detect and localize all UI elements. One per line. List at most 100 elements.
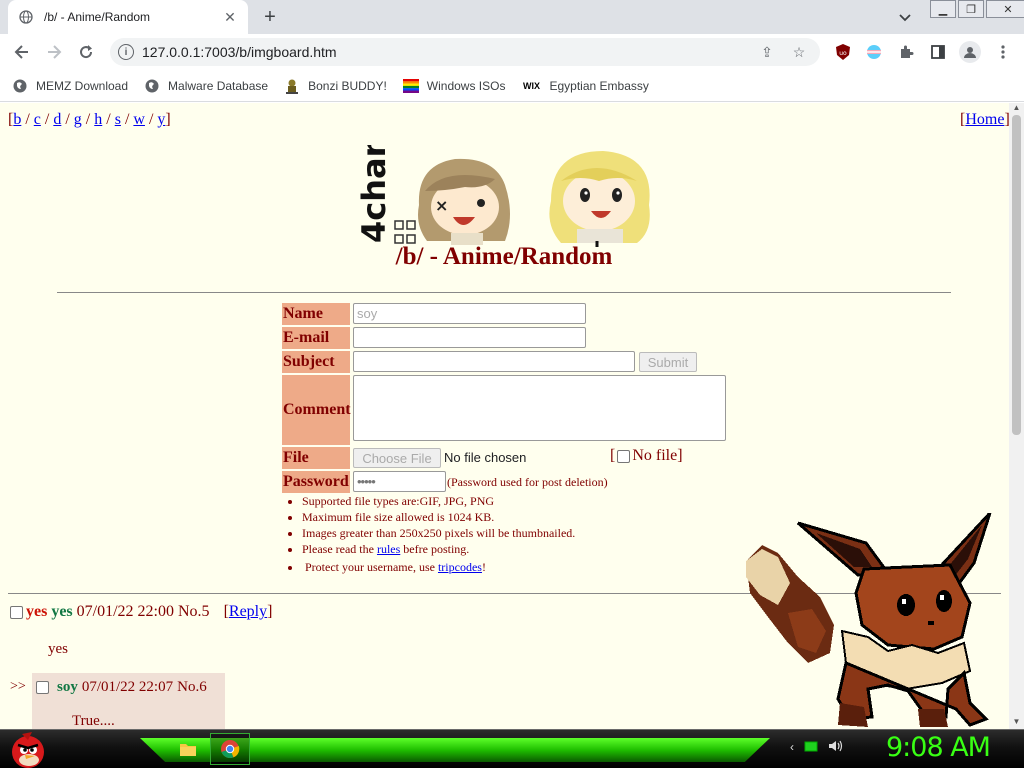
comment-textarea[interactable] [353, 375, 726, 441]
board-link-h[interactable]: h [94, 111, 102, 128]
thread-post: yes yes 07/01/22 22:00 No.5 [Reply] [10, 603, 272, 621]
password-input[interactable]: ••••• [353, 471, 446, 492]
board-link-d[interactable]: d [53, 111, 61, 128]
chrome-taskbar-button[interactable] [210, 733, 250, 765]
reply-number[interactable]: No.6 [177, 679, 207, 696]
file-explorer-button[interactable] [168, 733, 208, 765]
page-scrollbar[interactable]: ▲ ▼ [1009, 103, 1024, 729]
sidepanel-icon[interactable] [929, 43, 947, 61]
extension-icon[interactable] [865, 43, 883, 61]
new-tab-button[interactable]: + [258, 5, 282, 29]
wix-icon: WIX [522, 80, 540, 91]
board-banner: 4chan × [355, 145, 650, 247]
post-name: yes [51, 603, 73, 620]
start-button[interactable] [8, 730, 48, 769]
clock[interactable]: 9:08 AM [886, 732, 991, 763]
folder-icon [180, 744, 196, 756]
rules-suffix: befre posting. [400, 542, 470, 556]
rainbow-flag-icon [402, 78, 419, 94]
post-number[interactable]: No.5 [178, 603, 210, 621]
close-window-button[interactable]: ✕ [986, 0, 1024, 18]
star-icon[interactable]: ☆ [788, 44, 810, 61]
menu-icon[interactable] [994, 43, 1012, 61]
forward-icon[interactable] [42, 40, 66, 64]
board-link-g[interactable]: g [74, 111, 82, 128]
subject-input[interactable] [353, 351, 635, 372]
browser-tab[interactable]: /b/ - Anime/Random ✕ [8, 0, 248, 34]
back-icon[interactable] [10, 40, 34, 64]
rule-item: Maximum file size allowed is 1024 KB. [302, 509, 575, 525]
reply-checkbox[interactable] [36, 681, 49, 694]
reload-icon[interactable] [74, 40, 98, 64]
volume-icon[interactable] [828, 740, 844, 755]
eevee-mascot [746, 513, 992, 727]
rule-item: Supported file types are:GIF, JPG, PNG [302, 493, 575, 509]
chevron-left-icon[interactable]: ‹ [790, 740, 794, 755]
no-file-checkbox[interactable] [617, 449, 631, 463]
bracket-open: [ [610, 447, 616, 464]
board-link-w[interactable]: w [133, 111, 145, 128]
name-input[interactable]: soy [353, 303, 586, 324]
board-link-y[interactable]: y [157, 111, 165, 128]
tripcodes-link[interactable]: tripcodes [438, 560, 482, 574]
board-link-c[interactable]: c [34, 111, 41, 128]
address-bar[interactable]: i 127.0.0.1:7003/b/imgboard.htm ⇪ ☆ [110, 38, 820, 66]
globe-icon [144, 78, 160, 94]
protect-suffix: ! [481, 560, 486, 574]
board-link-s[interactable]: s [115, 111, 121, 128]
share-icon[interactable]: ⇪ [756, 44, 778, 61]
post-checkbox[interactable] [10, 605, 23, 619]
protect-prefix: Protect your username, use [305, 560, 438, 574]
bookmark-egyptian-embassy[interactable]: WIX Egyptian Embassy [521, 78, 649, 94]
minimize-button[interactable]: ▁ [930, 0, 956, 18]
bonzi-icon [284, 78, 300, 94]
no-file-chosen-text: No file chosen [444, 450, 527, 465]
scroll-up-icon[interactable]: ▲ [1009, 103, 1024, 115]
password-label: Password [282, 471, 350, 493]
chevron-down-icon[interactable] [895, 8, 915, 28]
svg-text:×: × [435, 196, 448, 215]
comment-label: Comment [282, 375, 351, 445]
submit-button[interactable]: Submit [639, 352, 697, 372]
close-icon[interactable]: ✕ [222, 9, 238, 25]
bookmark-label: Windows ISOs [426, 78, 506, 93]
post-datetime: 07/01/22 22:00 [76, 603, 174, 620]
bookmarks-bar: MEMZ Download Malware Database Bonzi BUD… [0, 70, 1024, 102]
bookmark-memz[interactable]: MEMZ Download [12, 78, 128, 94]
reply-link[interactable]: Reply [229, 603, 267, 620]
restore-button[interactable]: ❐ [958, 0, 984, 18]
rule-item: Protect your username, use tripcodes! [302, 559, 575, 575]
file-label: File [282, 447, 350, 469]
url-text[interactable]: 127.0.0.1:7003/b/imgboard.htm [142, 44, 756, 60]
battery-icon[interactable] [804, 740, 818, 755]
password-note: (Password used for post deletion) [447, 475, 608, 489]
ublock-icon[interactable]: uo [834, 43, 852, 61]
bookmark-windows-isos[interactable]: Windows ISOs [402, 78, 506, 94]
system-tray: ‹ [790, 740, 844, 755]
bookmark-label: Bonzi BUDDY! [308, 78, 387, 93]
info-icon[interactable]: i [118, 44, 134, 60]
reply-name: soy [57, 679, 78, 695]
board-title: /b/ - Anime/Random [395, 243, 613, 270]
rule-item: Images greater than 250x250 pixels will … [302, 525, 575, 541]
board-link-b[interactable]: b [13, 111, 21, 128]
home-link[interactable]: Home [965, 111, 1004, 128]
choose-file-button[interactable]: Choose File [353, 448, 441, 468]
puzzle-icon[interactable] [897, 43, 915, 61]
scrollbar-thumb[interactable] [1012, 115, 1021, 435]
bookmark-label: Malware Database [168, 78, 269, 93]
bookmark-malware-database[interactable]: Malware Database [144, 78, 268, 94]
globe-icon [18, 9, 34, 25]
email-input[interactable] [353, 327, 586, 348]
bookmark-bonzi-buddy[interactable]: Bonzi BUDDY! [284, 78, 387, 94]
rules-link[interactable]: rules [377, 542, 400, 556]
email-label: E-mail [282, 327, 350, 349]
reply-post: soy 07/01/22 22:07 No.6 True.... [32, 673, 225, 729]
reply-header: soy 07/01/22 22:07 No.6 [36, 679, 207, 696]
board-nav: [b / c / d / g / h / s / w / y] [8, 111, 171, 128]
post-message: yes [48, 641, 68, 657]
tab-strip: /b/ - Anime/Random ✕ + ▁ ❐ ✕ [0, 0, 1024, 34]
divider [57, 292, 951, 293]
scroll-down-icon[interactable]: ▼ [1009, 717, 1024, 729]
profile-icon[interactable] [959, 41, 981, 63]
